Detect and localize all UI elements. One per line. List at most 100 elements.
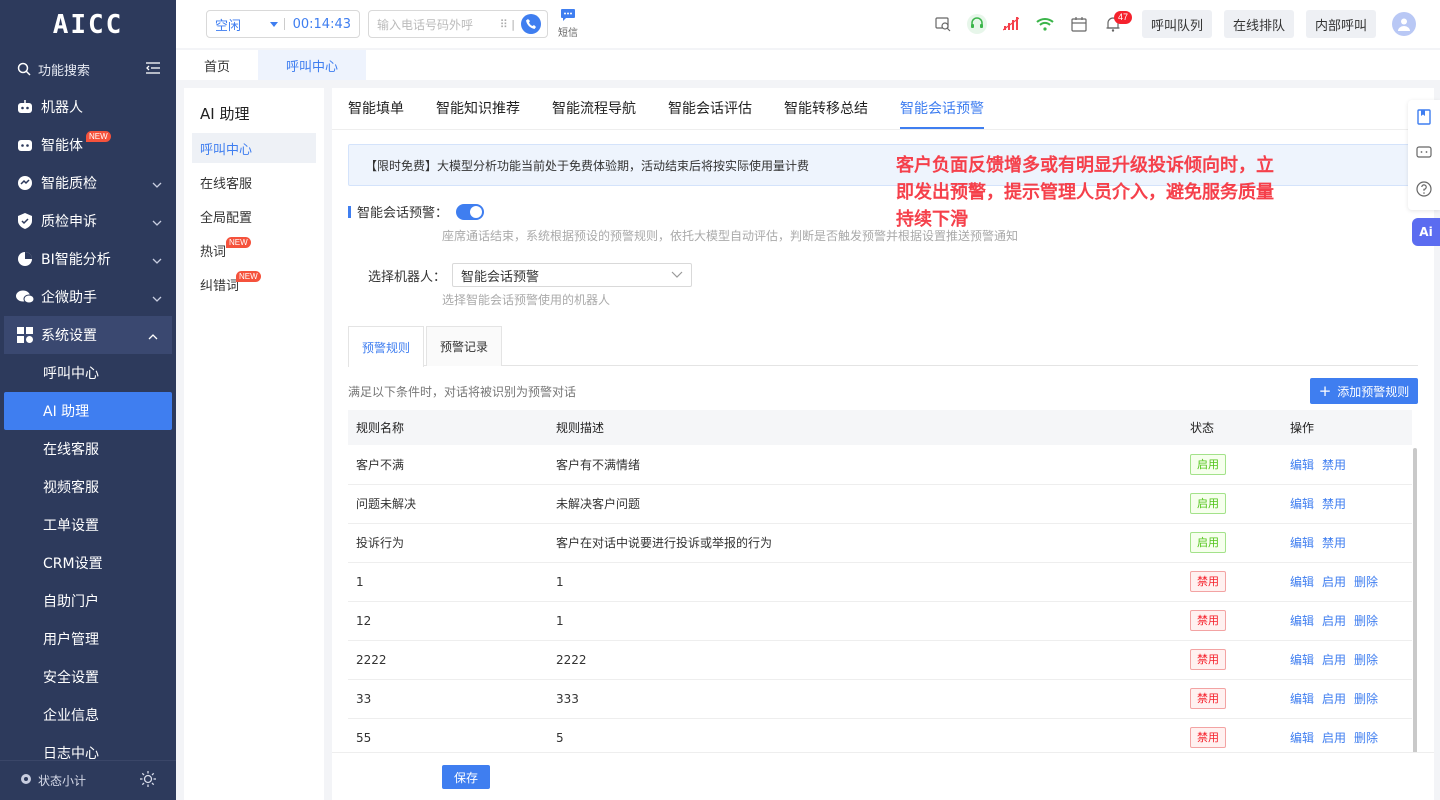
tab-call-center[interactable]: 呼叫中心 xyxy=(258,50,367,80)
row-action-link[interactable]: 启用 xyxy=(1322,653,1346,667)
headset-icon[interactable] xyxy=(960,7,994,41)
row-action-link[interactable]: 删除 xyxy=(1354,614,1378,628)
table-row: 2222 2222 禁用 编辑 启用 删除 xyxy=(348,640,1412,680)
chat-icon[interactable] xyxy=(1416,146,1432,164)
sidebar-sub-company-info[interactable]: 企业信息 xyxy=(0,696,176,734)
row-action-link[interactable]: 删除 xyxy=(1354,731,1378,745)
subnav-item-online-service[interactable]: 在线客服 xyxy=(192,167,316,197)
warning-toggle[interactable] xyxy=(456,203,485,220)
sidebar-sub-video-service[interactable]: 视频客服 xyxy=(0,468,176,506)
row-action-link[interactable]: 编辑 xyxy=(1290,497,1314,511)
signal-off-icon[interactable] xyxy=(994,7,1028,41)
col-rule-name: 规则名称 xyxy=(348,410,548,445)
row-action-link[interactable]: 编辑 xyxy=(1290,731,1314,745)
status-summary-label[interactable]: 状态小计 xyxy=(38,772,86,789)
rules-table-body: 客户不满 客户有不满情绪 启用 编辑 禁用 问题未解决 未解决客户问题 启用 编辑 禁用 投诉行为客… xyxy=(348,445,1412,758)
sidebar-item-wecom[interactable]: 企微助手 xyxy=(0,278,176,316)
collapse-menu-icon[interactable] xyxy=(146,62,162,76)
rule-desc-cell: 333 xyxy=(548,679,1182,719)
agent-status-value: 空闲 xyxy=(215,18,242,34)
sidebar-sub-online-service[interactable]: 在线客服 xyxy=(0,430,176,468)
actions-cell: 编辑 启用 删除 xyxy=(1282,679,1412,719)
internal-call-button[interactable]: 内部呼叫 xyxy=(1305,10,1376,38)
row-action-link[interactable]: 禁用 xyxy=(1322,536,1346,550)
sidebar-sub-ai-assistant[interactable]: AI 助理 xyxy=(4,392,172,430)
status-cell: 启用 xyxy=(1182,523,1282,563)
online-queue-button[interactable]: 在线排队 xyxy=(1223,10,1294,38)
avatar[interactable] xyxy=(1392,12,1416,36)
table-row: 12 1 禁用 编辑 启用 删除 xyxy=(348,601,1412,641)
row-action-link[interactable]: 编辑 xyxy=(1290,653,1314,667)
row-action-link[interactable]: 启用 xyxy=(1322,575,1346,589)
agent-status-select[interactable]: 空闲 00:14:43 xyxy=(206,10,360,38)
bell-icon[interactable]: 47 xyxy=(1096,7,1132,41)
sidebar-sub-ticket-settings[interactable]: 工单设置 xyxy=(0,506,176,544)
call-queue-button[interactable]: 呼叫队列 xyxy=(1141,10,1212,38)
rule-name-cell: 客户不满 xyxy=(348,445,548,485)
quality-icon xyxy=(16,174,34,192)
subnav-item-global-config[interactable]: 全局配置 xyxy=(192,201,316,231)
row-action-link[interactable]: 编辑 xyxy=(1290,458,1314,472)
calendar-icon[interactable] xyxy=(1062,7,1096,41)
theme-sun-icon[interactable] xyxy=(140,771,156,790)
table-scrollbar[interactable] xyxy=(1413,448,1417,760)
subnav-item-hotwords[interactable]: 热词 NEW xyxy=(192,235,316,265)
call-button[interactable] xyxy=(521,14,541,34)
sidebar-sub-user-mgmt[interactable]: 用户管理 xyxy=(0,620,176,658)
wifi-icon[interactable] xyxy=(1028,7,1062,41)
row-action-link[interactable]: 删除 xyxy=(1354,653,1378,667)
tab-session-warning[interactable]: 智能会话预警 xyxy=(900,88,984,129)
row-action-link[interactable]: 编辑 xyxy=(1290,614,1314,628)
phone-dial-input[interactable]: 输入电话号码外呼 ⠿ | xyxy=(368,10,548,38)
row-action-link[interactable]: 编辑 xyxy=(1290,536,1314,550)
rule-desc-cell: 1 xyxy=(548,601,1182,641)
tab-session-evaluation[interactable]: 智能会话评估 xyxy=(668,88,752,129)
sidebar-item-quality[interactable]: 智能质检 xyxy=(0,164,176,202)
add-warning-rule-button[interactable]: + 添加预警规则 xyxy=(1310,378,1418,404)
rule-desc-cell: 未解决客户问题 xyxy=(548,484,1182,524)
sidebar-sub-security[interactable]: 安全设置 xyxy=(0,658,176,696)
actions-cell: 编辑 启用 删除 xyxy=(1282,640,1412,680)
tab-transfer-summary[interactable]: 智能转移总结 xyxy=(784,88,868,129)
status-badge: 禁用 xyxy=(1190,610,1226,631)
tab-warning-rules[interactable]: 预警规则 xyxy=(348,326,425,367)
help-icon[interactable] xyxy=(1416,181,1432,201)
tab-smart-fill[interactable]: 智能填单 xyxy=(348,88,404,129)
row-action-link[interactable]: 删除 xyxy=(1354,575,1378,589)
row-action-link[interactable]: 启用 xyxy=(1322,614,1346,628)
ai-assistant-fab[interactable]: Ai xyxy=(1412,218,1440,246)
sms-button[interactable]: 短信 xyxy=(558,9,578,39)
sidebar-item-robot[interactable]: 机器人 xyxy=(0,88,176,126)
row-action-link[interactable]: 编辑 xyxy=(1290,692,1314,706)
function-search[interactable]: 功能搜索 xyxy=(0,50,176,88)
sidebar-sub-self-portal[interactable]: 自助门户 xyxy=(0,582,176,620)
sidebar-sub-crm-settings[interactable]: CRM设置 xyxy=(0,544,176,582)
row-action-link[interactable]: 启用 xyxy=(1322,731,1346,745)
tab-warning-records[interactable]: 预警记录 xyxy=(426,326,503,366)
message-search-icon[interactable] xyxy=(926,7,960,41)
sidebar-sub-call-center[interactable]: 呼叫中心 xyxy=(0,354,176,392)
bookmark-icon[interactable] xyxy=(1417,108,1431,129)
row-action-link[interactable]: 删除 xyxy=(1354,692,1378,706)
tab-home[interactable]: 首页 xyxy=(176,50,258,80)
sidebar-item-label: 系统设置 xyxy=(41,328,97,344)
sidebar-item-settings[interactable]: 系统设置 xyxy=(4,316,172,354)
tab-knowledge-recommend[interactable]: 智能知识推荐 xyxy=(436,88,520,129)
sidebar-item-appeal[interactable]: 质检申诉 xyxy=(0,202,176,240)
subnav-item-correction-words[interactable]: 纠错词 NEW xyxy=(192,269,316,299)
row-action-link[interactable]: 禁用 xyxy=(1322,497,1346,511)
tab-flow-navigation[interactable]: 智能流程导航 xyxy=(552,88,636,129)
subnav-item-call-center[interactable]: 呼叫中心 xyxy=(192,133,316,163)
add-button-label: 添加预警规则 xyxy=(1337,384,1410,399)
sidebar-item-bi[interactable]: BI智能分析 xyxy=(0,240,176,278)
new-badge: NEW xyxy=(226,237,251,248)
row-action-link[interactable]: 编辑 xyxy=(1290,575,1314,589)
sidebar-footer: 状态小计 xyxy=(0,760,176,800)
save-button[interactable]: 保存 xyxy=(442,765,490,789)
dialpad-icon[interactable]: ⠿ | xyxy=(500,18,515,31)
sidebar-item-agent[interactable]: 智能体 NEW xyxy=(0,126,176,164)
robot-select[interactable]: 智能会话预警 xyxy=(452,263,693,287)
caret-down-icon xyxy=(269,21,278,27)
row-action-link[interactable]: 启用 xyxy=(1322,692,1346,706)
row-action-link[interactable]: 禁用 xyxy=(1322,458,1346,472)
